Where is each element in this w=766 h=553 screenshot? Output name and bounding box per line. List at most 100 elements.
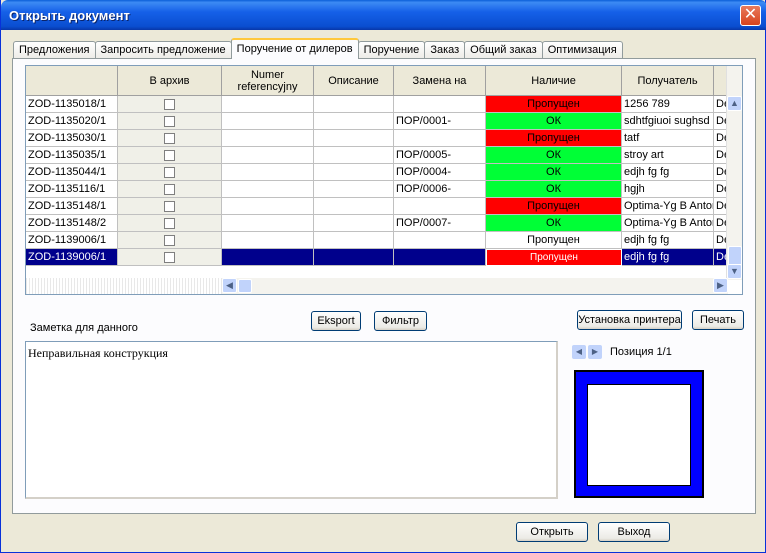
cell-description[interactable]: [314, 164, 394, 181]
cell-archive[interactable]: [118, 181, 222, 198]
cell-archive[interactable]: [118, 147, 222, 164]
cell-availability[interactable]: Пропущен: [486, 130, 622, 147]
archive-checkbox[interactable]: [164, 234, 175, 246]
cell-description[interactable]: [314, 96, 394, 113]
table-row[interactable]: ZOD-1135044/1ПОР/0004-ОКedjh fg fgDe: [26, 164, 728, 181]
cell-availability[interactable]: Пропущен: [486, 198, 622, 215]
cell-archive[interactable]: [118, 232, 222, 249]
header-reference-number[interactable]: Numer referencyjny: [222, 66, 314, 96]
table-row[interactable]: ZOD-1135018/1Пропущен1256 789De: [26, 96, 728, 113]
cell-archive[interactable]: [118, 215, 222, 232]
cell-replace[interactable]: ПОР/0006-: [394, 181, 486, 198]
printer-setup-button[interactable]: Установка принтера: [577, 310, 682, 330]
cell-reference-number[interactable]: [222, 215, 314, 232]
tab-order[interactable]: Поручение: [357, 41, 426, 59]
title-bar[interactable]: Открыть документ ✕: [1, 0, 766, 30]
archive-checkbox[interactable]: [164, 132, 175, 144]
header-archive[interactable]: В архив: [118, 66, 222, 96]
header-availability[interactable]: Наличие: [486, 66, 622, 96]
cell-id[interactable]: ZOD-1135148/2: [26, 215, 118, 232]
cell-id[interactable]: ZOD-1135044/1: [26, 164, 118, 181]
cell-description[interactable]: [314, 215, 394, 232]
cell-archive[interactable]: [118, 113, 222, 130]
cell-recipient[interactable]: edjh fg fg: [622, 249, 714, 266]
cell-replace[interactable]: [394, 130, 486, 147]
table-row[interactable]: ZOD-1135116/1ПОР/0006-ОКhgjhDe: [26, 181, 728, 198]
print-button[interactable]: Печать: [692, 310, 744, 330]
scroll-right-icon[interactable]: ▶: [713, 278, 728, 293]
cell-recipient[interactable]: hgjh: [622, 181, 714, 198]
cell-replace[interactable]: ПОР/0004-: [394, 164, 486, 181]
cell-description[interactable]: [314, 113, 394, 130]
cell-reference-number[interactable]: [222, 249, 314, 266]
table-row[interactable]: ZOD-1135020/1 ПОР/0001- ОК sdhtfgiuoi sughs…: [26, 113, 728, 130]
scroll-up-icon[interactable]: ▲: [727, 96, 742, 111]
table-row[interactable]: ZOD-1135030/1ПропущенtatfDe: [26, 130, 728, 147]
cell-reference-number[interactable]: [222, 164, 314, 181]
cell-description[interactable]: [314, 130, 394, 147]
cell-replace[interactable]: ПОР/0007-: [394, 215, 486, 232]
table-row[interactable]: ZOD-1135148/2 ПОР/0007- ОК Optima-Yg B Anto…: [26, 215, 728, 232]
cell-reference-number[interactable]: [222, 130, 314, 147]
close-icon[interactable]: ✕: [740, 5, 761, 26]
header-replace[interactable]: Замена на: [394, 66, 486, 96]
next-arrow-icon[interactable]: ▶: [588, 345, 602, 359]
table-row[interactable]: ZOD-1135035/1ПОР/0005-ОКstroy artDe: [26, 147, 728, 164]
cell-availability[interactable]: ОК: [486, 113, 622, 130]
cell-description[interactable]: [314, 147, 394, 164]
cell-recipient[interactable]: Optima-Yg B Anton: [622, 198, 714, 215]
cell-reference-number[interactable]: [222, 113, 314, 130]
tab-optimization[interactable]: Оптимизация: [541, 41, 623, 59]
cell-availability[interactable]: Пропущен: [486, 96, 622, 113]
cell-replace[interactable]: [394, 198, 486, 215]
cell-id[interactable]: ZOD-1135020/1: [26, 113, 118, 130]
cell-reference-number[interactable]: [222, 181, 314, 198]
filter-button[interactable]: Фильтр: [374, 311, 427, 331]
cell-reference-number[interactable]: [222, 198, 314, 215]
cell-availability[interactable]: Пропущен: [486, 249, 622, 266]
scroll-left-icon[interactable]: ◀: [222, 278, 237, 293]
cell-recipient[interactable]: sdhtfgiuoi sughsd: [622, 113, 714, 130]
cell-reference-number[interactable]: [222, 96, 314, 113]
cell-id[interactable]: ZOD-1139006/1: [26, 249, 118, 266]
archive-checkbox[interactable]: [164, 115, 175, 127]
cell-reference-number[interactable]: [222, 232, 314, 249]
cell-description[interactable]: [314, 198, 394, 215]
cell-archive[interactable]: [118, 96, 222, 113]
cell-id[interactable]: ZOD-1135035/1: [26, 147, 118, 164]
tab-general-order[interactable]: Общий заказ: [464, 41, 543, 59]
tab-request-offer[interactable]: Запросить предложение: [94, 41, 232, 59]
cell-availability[interactable]: ОК: [486, 181, 622, 198]
cell-availability[interactable]: ОК: [486, 164, 622, 181]
cell-id[interactable]: ZOD-1135030/1: [26, 130, 118, 147]
tab-purchase[interactable]: Заказ: [424, 41, 466, 59]
horizontal-scrollbar[interactable]: ◀ ▶: [222, 278, 728, 294]
scroll-down-icon[interactable]: ▼: [727, 264, 742, 279]
cell-recipient[interactable]: stroy art: [622, 147, 714, 164]
vertical-scroll-thumb[interactable]: [728, 246, 742, 266]
cell-replace[interactable]: ПОР/0005-: [394, 147, 486, 164]
cell-id[interactable]: ZOD-1139006/1: [26, 232, 118, 249]
cell-recipient[interactable]: edjh fg fg: [622, 164, 714, 181]
archive-checkbox[interactable]: [164, 166, 175, 178]
note-textarea[interactable]: Неправильная конструкция: [25, 341, 558, 499]
cell-id[interactable]: ZOD-1135116/1: [26, 181, 118, 198]
archive-checkbox[interactable]: [164, 149, 175, 161]
archive-checkbox[interactable]: [164, 98, 175, 110]
cell-description[interactable]: [314, 181, 394, 198]
archive-checkbox[interactable]: [164, 200, 175, 212]
cell-replace[interactable]: [394, 249, 486, 266]
cell-archive[interactable]: [118, 130, 222, 147]
open-button[interactable]: Открыть: [516, 522, 588, 542]
tab-offers[interactable]: Предложения: [13, 41, 96, 59]
cell-id[interactable]: ZOD-1135148/1: [26, 198, 118, 215]
cell-recipient[interactable]: tatf: [622, 130, 714, 147]
cell-replace[interactable]: ПОР/0001-: [394, 113, 486, 130]
archive-checkbox[interactable]: [164, 217, 175, 229]
cell-archive[interactable]: [118, 164, 222, 181]
header-recipient[interactable]: Получатель: [622, 66, 714, 96]
cell-archive[interactable]: [118, 249, 222, 266]
tab-dealer-orders[interactable]: Поручение от дилеров: [230, 38, 359, 59]
header-id[interactable]: [26, 66, 118, 96]
horizontal-scroll-thumb[interactable]: [238, 279, 252, 293]
